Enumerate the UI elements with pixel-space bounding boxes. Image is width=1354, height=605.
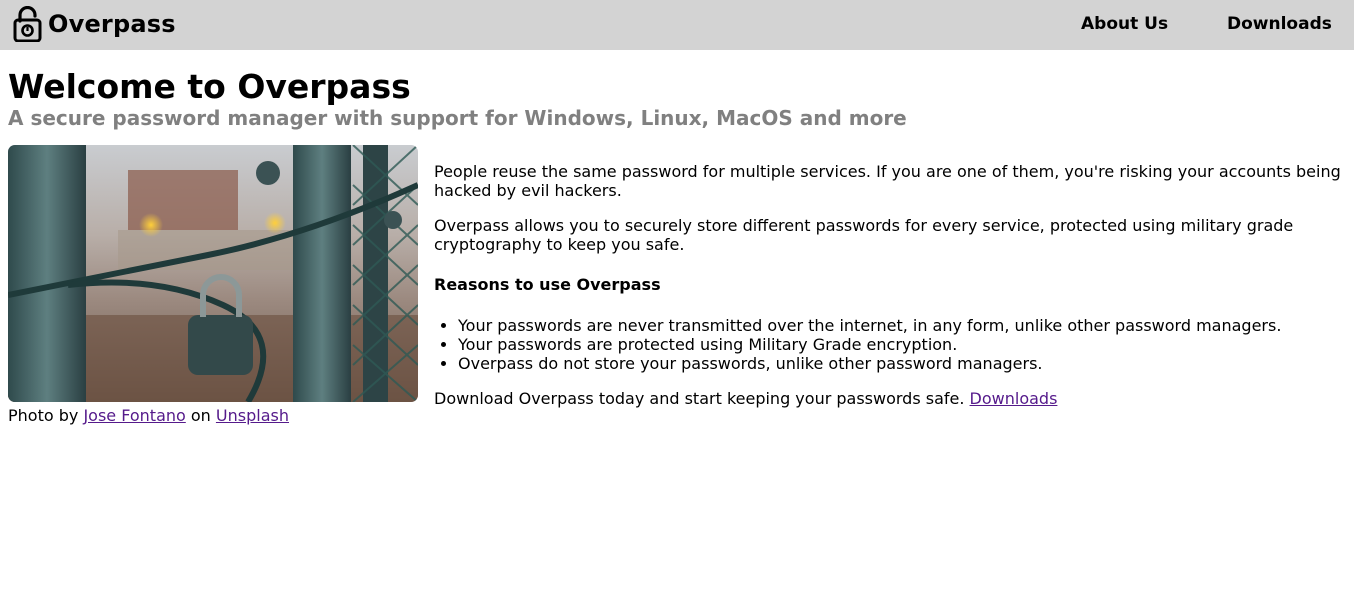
caption-prefix: Photo by — [8, 406, 79, 425]
brand-home-link[interactable]: Overpass — [13, 4, 176, 44]
caption-mid: on — [190, 406, 211, 425]
photo-caption: Photo by Jose Fontano on Unsplash — [8, 406, 289, 425]
page-title: Welcome to Overpass — [8, 67, 411, 106]
features-paragraph: Overpass allows you to securely store di… — [434, 216, 1294, 254]
intro-paragraph: People reuse the same password for multi… — [434, 162, 1341, 200]
navbar: Overpass About Us Downloads — [0, 0, 1354, 50]
page-subtitle: A secure password manager with support f… — [8, 106, 907, 130]
photo-source-link[interactable]: Unsplash — [216, 406, 289, 425]
nav-downloads-link[interactable]: Downloads — [1227, 14, 1332, 34]
reason-item: Overpass do not store your passwords, un… — [458, 354, 1281, 373]
cta-paragraph: Download Overpass today and start keepin… — [434, 389, 1057, 408]
nav-about-us-link[interactable]: About Us — [1081, 14, 1168, 34]
brand-name: Overpass — [48, 10, 176, 38]
chained-gate-photo — [8, 145, 418, 402]
reason-item: Your passwords are never transmitted ove… — [458, 316, 1281, 335]
reasons-heading: Reasons to use Overpass — [434, 275, 661, 294]
padlock-icon — [13, 6, 42, 42]
reasons-list: Your passwords are never transmitted ove… — [434, 316, 1281, 373]
photo-author-link[interactable]: Jose Fontano — [83, 406, 185, 425]
cta-text: Download Overpass today and start keepin… — [434, 389, 965, 408]
downloads-link[interactable]: Downloads — [970, 389, 1058, 408]
reason-item: Your passwords are protected using Milit… — [458, 335, 1281, 354]
